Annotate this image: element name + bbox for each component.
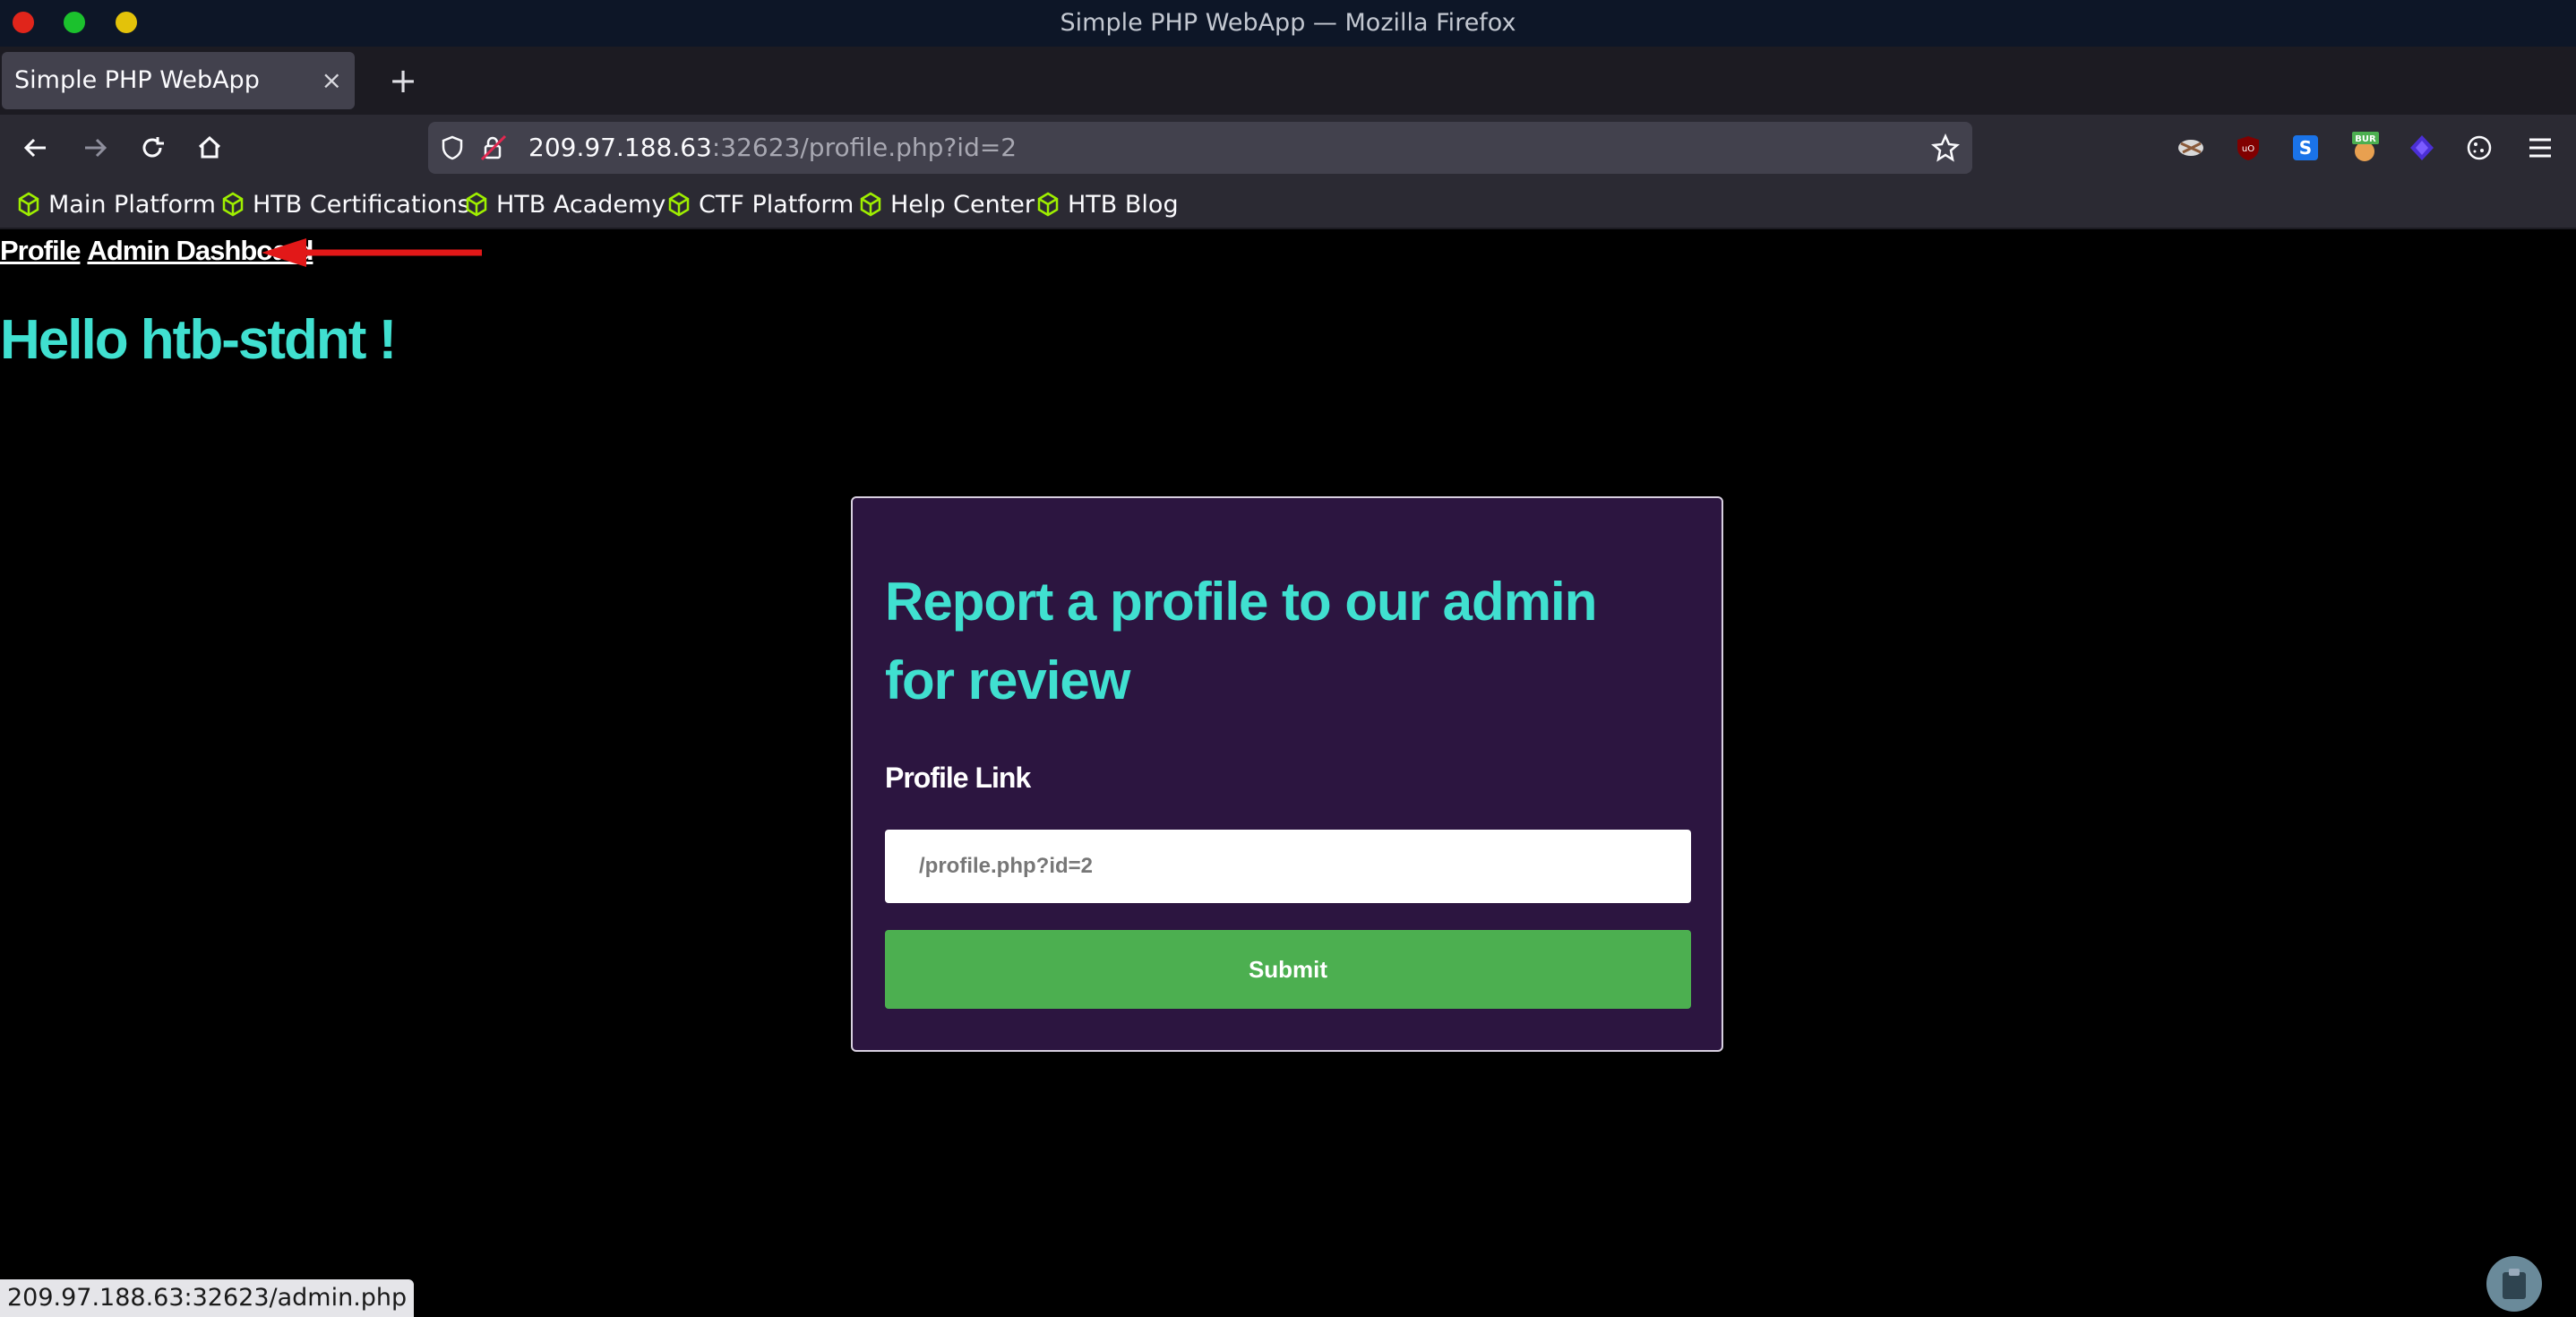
- profile-link-input[interactable]: [885, 830, 1691, 903]
- bookmarks-toolbar: Main Platform HTB Certifications HTB Aca…: [0, 181, 2576, 229]
- bookmark-label: Main Platform: [48, 190, 216, 219]
- bookmark-label: HTB Certifications: [253, 190, 470, 219]
- insecure-lock-icon[interactable]: [478, 133, 509, 163]
- bookmark-htb-blog[interactable]: HTB Blog: [1035, 181, 1179, 228]
- red-arrow-annotation: [262, 238, 482, 267]
- bookmark-label: HTB Blog: [1068, 190, 1179, 219]
- menu-icon[interactable]: [2522, 130, 2558, 166]
- status-bar: 209.97.188.63:32623/admin.php: [0, 1279, 415, 1317]
- forward-icon[interactable]: [73, 126, 116, 169]
- greeting-heading: Hello htb-stdnt !: [0, 309, 397, 371]
- ublock-icon[interactable]: uO: [2230, 130, 2266, 166]
- hackthebox-cube-icon: [466, 192, 487, 217]
- tab-close-icon[interactable]: ×: [322, 52, 342, 109]
- reload-icon[interactable]: [131, 126, 174, 169]
- svg-text:BUR: BUR: [2355, 134, 2376, 144]
- hackthebox-cube-icon: [18, 192, 39, 217]
- url-text[interactable]: 209.97.188.63:32623/profile.php?id=2: [528, 122, 1017, 174]
- bookmark-label: HTB Academy: [496, 190, 666, 219]
- tab-strip: Simple PHP WebApp × +: [0, 47, 2576, 115]
- page-content: Profile Admin Dashboard Hello htb-stdnt !…: [0, 229, 2576, 1317]
- hackthebox-cube-icon: [860, 192, 881, 217]
- navigation-toolbar: 209.97.188.63:32623/profile.php?id=2 uO …: [0, 115, 2576, 181]
- report-card: Report a profile to our admin for review…: [851, 496, 1723, 1052]
- bookmark-htb-academy[interactable]: HTB Academy: [464, 181, 665, 228]
- url-bar[interactable]: 209.97.188.63:32623/profile.php?id=2: [428, 122, 1972, 174]
- tab-label: Simple PHP WebApp: [14, 66, 260, 94]
- bookmark-label: Help Center: [890, 190, 1035, 219]
- submit-button[interactable]: Submit: [885, 930, 1691, 1009]
- profile-link-label: Profile Link: [885, 762, 1031, 794]
- new-tab-button[interactable]: +: [380, 54, 426, 108]
- report-heading: Report a profile to our admin for review: [885, 572, 1597, 710]
- shield-icon[interactable]: [439, 134, 466, 161]
- bookmark-htb-certifications[interactable]: HTB Certifications: [220, 181, 470, 228]
- tracker-extension-icon[interactable]: [2173, 130, 2209, 166]
- bookmark-help-center[interactable]: Help Center: [858, 181, 1035, 228]
- back-icon[interactable]: [14, 126, 57, 169]
- svg-text:uO: uO: [2242, 144, 2254, 154]
- tab-active[interactable]: Simple PHP WebApp ×: [2, 52, 355, 109]
- burp-icon[interactable]: BUR: [2347, 130, 2383, 166]
- hackthebox-cube-icon: [668, 192, 690, 217]
- s-extension-icon[interactable]: S: [2288, 130, 2323, 166]
- bookmark-star-icon[interactable]: [1931, 133, 1960, 162]
- bookmark-label: CTF Platform: [699, 190, 854, 219]
- bookmark-main-platform[interactable]: Main Platform: [16, 181, 216, 228]
- hackthebox-cube-icon: [1037, 192, 1059, 217]
- bookmark-ctf-platform[interactable]: CTF Platform: [666, 181, 854, 228]
- wappalyzer-icon[interactable]: [2404, 130, 2440, 166]
- window-titlebar: Simple PHP WebApp — Mozilla Firefox: [0, 0, 2576, 47]
- profile-link[interactable]: Profile: [0, 235, 81, 266]
- hackthebox-cube-icon: [222, 192, 244, 217]
- svg-text:S: S: [2299, 137, 2312, 159]
- home-icon[interactable]: [188, 126, 231, 169]
- window-title: Simple PHP WebApp — Mozilla Firefox: [1060, 9, 1516, 37]
- cookie-icon[interactable]: [2461, 130, 2497, 166]
- clipboard-icon[interactable]: [2486, 1256, 2542, 1312]
